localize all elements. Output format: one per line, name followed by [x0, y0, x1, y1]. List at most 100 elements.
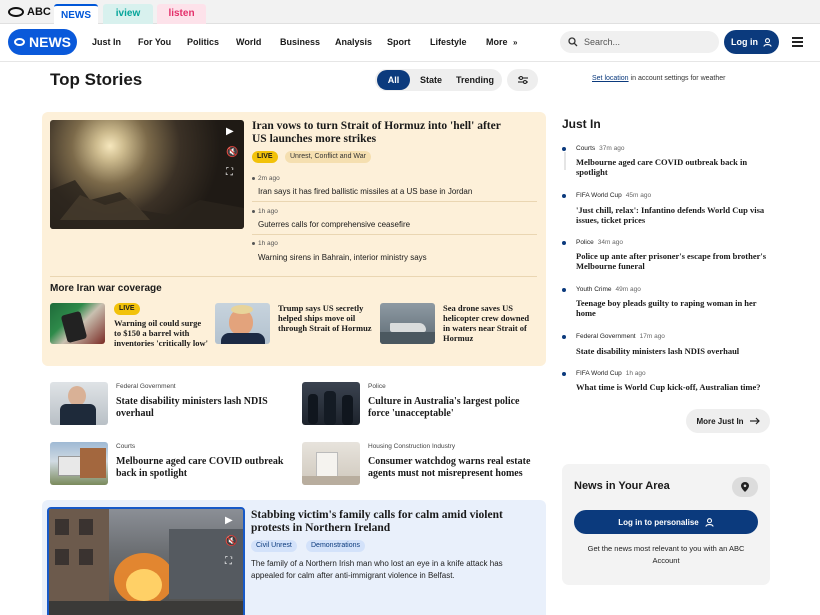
fullscreen-icon[interactable]: ⛶ — [225, 556, 232, 567]
nav-item-sport[interactable]: Sport — [387, 37, 411, 47]
just-in-headline[interactable]: 'Just chill, relax': Infantino defends W… — [576, 205, 771, 225]
user-icon — [705, 517, 714, 527]
just-in-headline[interactable]: State disability ministers lash NDIS ove… — [576, 346, 771, 356]
update-text[interactable]: Warning sirens in Bahrain, interior mini… — [258, 253, 427, 262]
story-title[interactable]: Culture in Australia's largest police fo… — [368, 396, 538, 419]
feature-video[interactable]: ▶ 🔇 ⛶ — [47, 507, 245, 615]
filter-settings-button[interactable] — [507, 69, 538, 91]
abc-lissajous-icon — [8, 7, 24, 17]
just-in-headline[interactable]: Teenage boy pleads guilty to raping woma… — [576, 298, 771, 318]
story-thumbnail[interactable] — [302, 442, 360, 485]
story-category[interactable]: Courts — [116, 443, 135, 450]
story-category[interactable]: Federal Government — [116, 383, 176, 390]
nav-item-more[interactable]: More » — [486, 37, 517, 47]
user-icon — [763, 37, 772, 47]
nav-item-analysis[interactable]: Analysis — [335, 37, 372, 47]
set-location-link[interactable]: Set location — [592, 75, 629, 82]
filter-tab-trending[interactable]: Trending — [452, 69, 498, 91]
play-icon[interactable]: ▶ — [226, 126, 234, 137]
tab-iview[interactable]: iview — [103, 4, 153, 24]
nav-item-lifestyle[interactable]: Lifestyle — [430, 37, 467, 47]
tab-news[interactable]: NEWS — [54, 4, 98, 24]
login-button[interactable]: Log in — [724, 30, 779, 54]
mute-icon[interactable]: 🔇 — [226, 147, 238, 158]
story-category[interactable]: Housing Construction Industry — [368, 443, 455, 450]
just-in-category-label: Youth Crime — [576, 286, 612, 293]
double-chevron-down-icon: » — [513, 38, 518, 47]
fullscreen-icon[interactable]: ⛶ — [226, 167, 233, 178]
just-in-category: Courts 37m ago — [576, 145, 624, 152]
story-thumbnail[interactable] — [215, 303, 270, 344]
login-personalise-button[interactable]: Log in to personalise — [574, 510, 758, 534]
topic-badge[interactable]: Unrest, Conflict and War — [285, 151, 371, 163]
more-just-in-button[interactable]: More Just In — [686, 409, 770, 433]
just-in-time: 1h ago — [625, 370, 646, 377]
story-title[interactable]: Trump says US secretly helped ships move… — [278, 303, 373, 333]
just-in-category: Federal Government 17m ago — [576, 333, 665, 340]
story-title[interactable]: State disability ministers lash NDIS ove… — [116, 396, 286, 419]
just-in-headline[interactable]: Police up ante after prisoner's escape f… — [576, 251, 771, 271]
story-category[interactable]: Police — [368, 383, 386, 390]
nav-item-politics[interactable]: Politics — [187, 37, 219, 47]
menu-icon[interactable] — [792, 37, 803, 47]
divider — [252, 201, 537, 202]
story-title[interactable]: Consumer watchdog warns real estate agen… — [368, 456, 540, 479]
news-in-area-description: Get the news most relevant to you with a… — [587, 544, 745, 565]
feature-headline[interactable]: Stabbing victim's family calls for calm … — [251, 509, 541, 535]
filter-tab-state[interactable]: State — [415, 69, 447, 91]
just-in-headline[interactable]: Melbourne aged care COVID outbreak back … — [576, 157, 771, 177]
story-thumbnail[interactable] — [50, 303, 105, 344]
just-in-category-label: Courts — [576, 145, 596, 152]
just-in-time: 49m ago — [615, 286, 641, 293]
just-in-category-label: FIFA World Cup — [576, 192, 622, 199]
nav-item-just-in[interactable]: Just In — [92, 37, 121, 47]
story-thumbnail[interactable] — [302, 382, 360, 425]
live-badge: LIVE — [114, 303, 140, 315]
update-text[interactable]: Iran says it has fired ballistic missile… — [258, 187, 472, 196]
nav-item-business[interactable]: Business — [280, 37, 320, 47]
timeline-dot-icon — [562, 288, 566, 292]
weather-location-note: Set location in account settings for wea… — [592, 75, 726, 82]
story-title[interactable]: Sea drone saves US helicopter crew downe… — [443, 303, 538, 343]
tag-demonstrations[interactable]: Demonstrations — [306, 540, 366, 552]
feature-headline[interactable]: Iran vows to turn Strait of Hormuz into … — [252, 120, 510, 146]
abc-brand-label: ABC — [27, 6, 51, 18]
story-thumbnail[interactable] — [380, 303, 435, 344]
news-in-area-heading: News in Your Area — [574, 480, 670, 492]
timeline-dot-icon — [562, 372, 566, 376]
play-icon[interactable]: ▶ — [225, 515, 233, 526]
just-in-category: Police 34m ago — [576, 239, 623, 246]
mute-icon[interactable]: 🔇 — [225, 536, 237, 547]
tab-listen[interactable]: listen — [157, 4, 206, 24]
location-pin-icon[interactable] — [732, 477, 758, 497]
tag-civil-unrest[interactable]: Civil Unrest — [251, 540, 297, 552]
page-title: Top Stories — [50, 70, 143, 89]
nav-item-for-you[interactable]: For You — [138, 37, 171, 47]
story-title[interactable]: Warning oil could surge to $150 a barrel… — [114, 318, 209, 348]
live-badge: LIVE — [252, 151, 278, 163]
story-thumbnail[interactable] — [50, 442, 108, 485]
just-in-category: FIFA World Cup 45m ago — [576, 192, 651, 199]
just-in-headline[interactable]: What time is World Cup kick-off, Austral… — [576, 382, 771, 392]
nav-item-world[interactable]: World — [236, 37, 261, 47]
just-in-category: FIFA World Cup 1h ago — [576, 370, 646, 377]
timeline-dot-icon — [562, 147, 566, 151]
filter-tab-all[interactable]: All — [377, 70, 410, 90]
search-input[interactable]: Search... — [560, 31, 719, 53]
update-bullet-icon — [252, 177, 255, 180]
story-thumbnail[interactable] — [50, 382, 108, 425]
divider — [252, 234, 537, 235]
update-time: 2m ago — [258, 175, 280, 182]
just-in-time: 17m ago — [639, 333, 665, 340]
news-logo-label: NEWS — [29, 34, 71, 50]
timeline-line — [564, 152, 566, 170]
feature-video-scene — [50, 180, 244, 229]
update-time: 1h ago — [258, 240, 278, 247]
just-in-category-label: Federal Government — [576, 333, 636, 340]
update-text[interactable]: Guterres calls for comprehensive ceasefi… — [258, 220, 410, 229]
news-logo[interactable]: NEWS — [8, 29, 77, 55]
story-title[interactable]: Melbourne aged care COVID outbreak back … — [116, 456, 286, 479]
feature-video[interactable]: ▶ 🔇 ⛶ — [50, 120, 244, 229]
abc-logo[interactable]: ABC — [8, 6, 51, 18]
arrow-right-icon — [749, 417, 760, 425]
